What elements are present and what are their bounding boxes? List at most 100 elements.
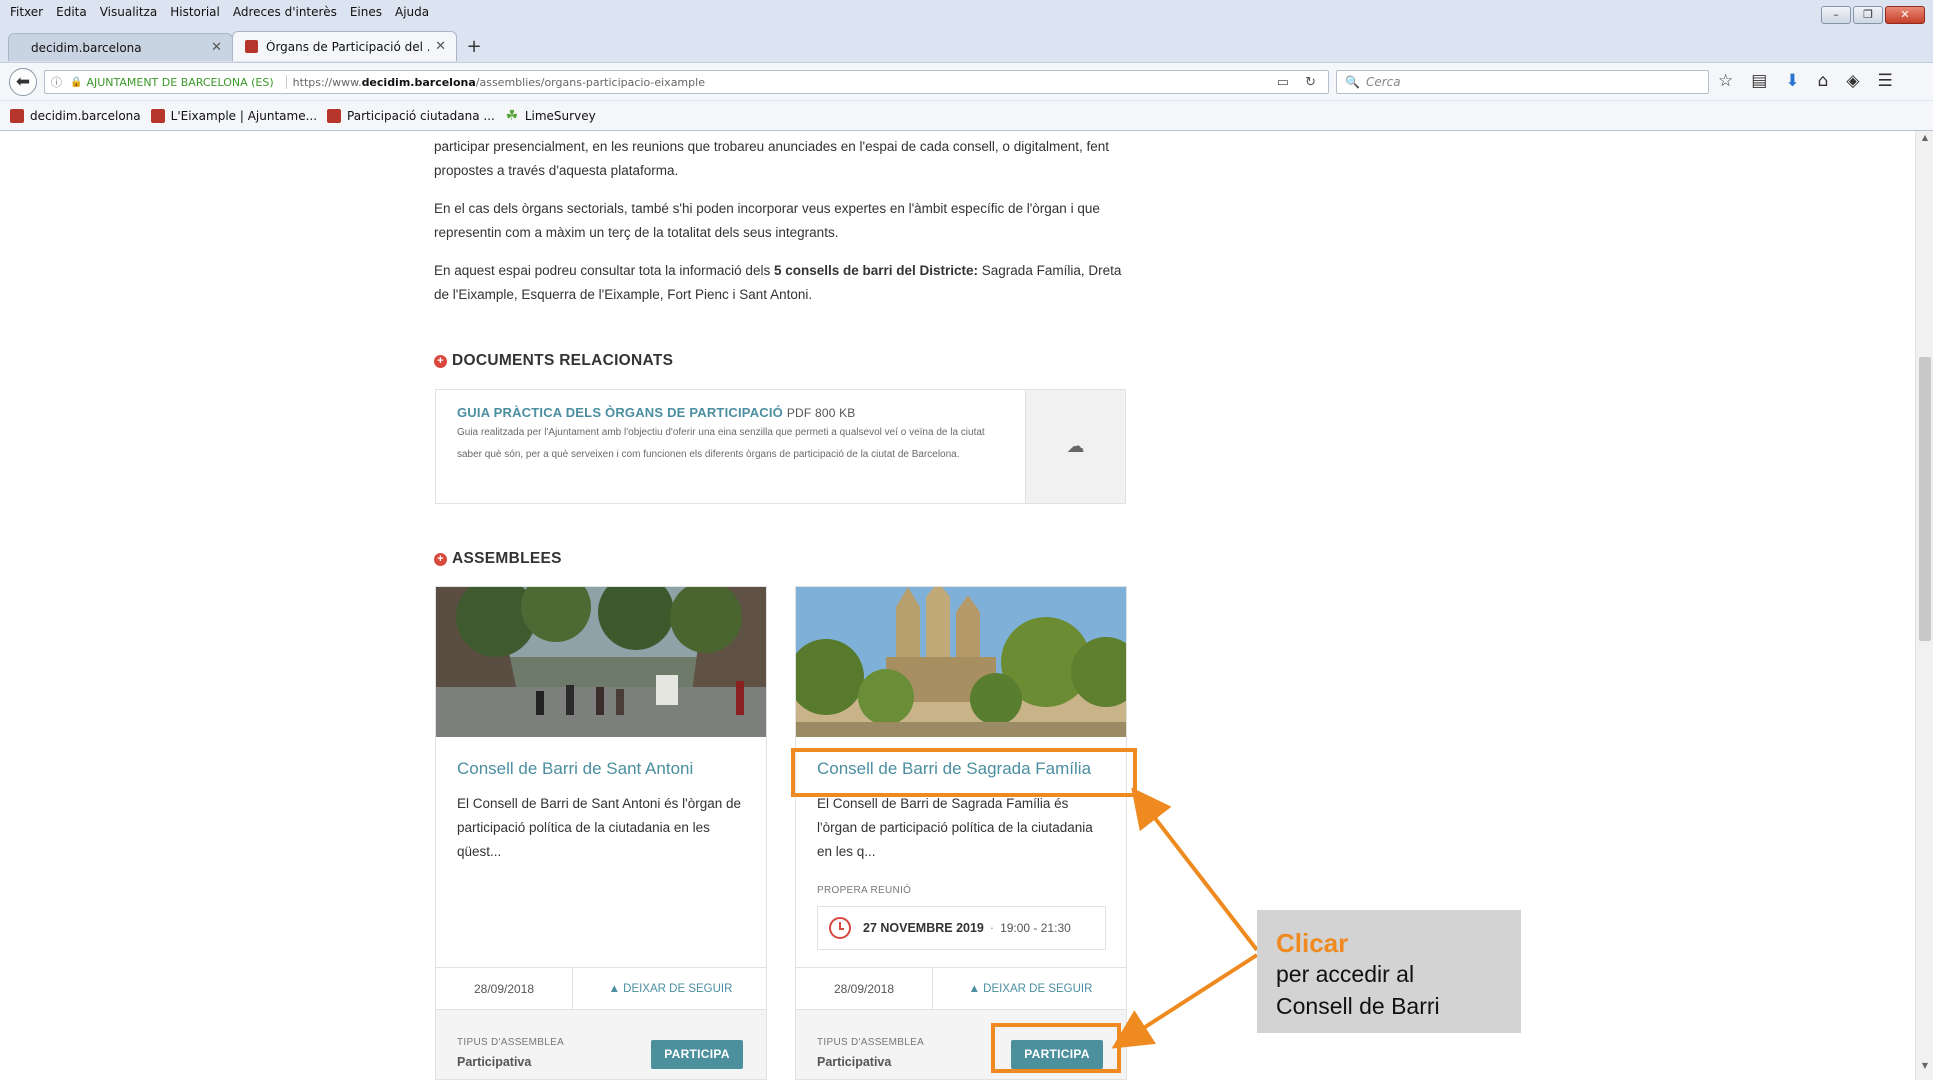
restore-button[interactable]: ❐ xyxy=(1853,6,1883,24)
url-host: decidim.barcelona xyxy=(361,75,476,89)
bookmark-item[interactable]: Participació ciutadana ... xyxy=(327,108,495,123)
section-plus-icon: + xyxy=(434,552,447,566)
instruction-callout: Clicar per accedir al Consell de Barri xyxy=(1257,910,1521,1033)
unfollow-label: DEIXAR DE SEGUIR xyxy=(623,982,733,995)
url-prefix: https://www. xyxy=(292,75,362,89)
tab-organs[interactable]: Òrgans de Participació del ... ✕ xyxy=(232,31,457,61)
new-tab-button[interactable]: + xyxy=(460,33,488,61)
hamburger-menu-icon[interactable]: ☰ xyxy=(1877,71,1892,91)
bookmarks-list-icon[interactable]: ▤ xyxy=(1751,71,1767,91)
assembly-title-link[interactable]: Consell de Barri de Sant Antoni xyxy=(457,759,693,779)
assembly-type-value: Participativa xyxy=(817,1055,892,1069)
menu-history[interactable]: Historial xyxy=(170,5,220,25)
menu-file[interactable]: Fitxer xyxy=(10,5,43,25)
pocket-icon[interactable]: ◈ xyxy=(1846,71,1859,91)
bell-icon: ▲ xyxy=(608,982,624,995)
text-span: En aquest espai podreu consultar tota la… xyxy=(434,263,774,278)
site-favicon-icon xyxy=(245,40,258,53)
lock-icon: 🔒 xyxy=(70,76,83,88)
callout-line: per accedir al xyxy=(1276,961,1415,987)
assembly-description: El Consell de Barri de Sant Antoni és l'… xyxy=(457,796,742,859)
next-meeting-box: 27 NOVEMBRE 2019 · 19:00 - 21:30 xyxy=(817,906,1106,950)
bookmark-item[interactable]: L'Eixample | Ajuntame... xyxy=(150,108,318,123)
close-tab-icon[interactable]: ✕ xyxy=(211,40,222,55)
unfollow-label: DEIXAR DE SEGUIR xyxy=(983,982,1093,995)
search-icon: 🔍 xyxy=(1345,75,1360,89)
menu-edit[interactable]: Edita xyxy=(56,5,87,25)
close-window-button[interactable]: ✕ xyxy=(1885,6,1925,24)
close-tab-icon[interactable]: ✕ xyxy=(435,39,446,54)
assembly-type-label: TIPUS D'ASSEMBLEA xyxy=(817,1037,925,1048)
text-bold: 5 consells de barri del Districte: xyxy=(773,263,979,278)
browser-chrome: Fitxer Edita Visualitza Historial Adrece… xyxy=(0,0,1933,131)
section-title: DOCUMENTS RELACIONATS xyxy=(452,352,674,369)
tab-title: Òrgans de Participació del ... xyxy=(266,39,430,54)
cloud-download-icon[interactable]: ☁ xyxy=(1025,390,1125,503)
section-title: ASSEMBLEES xyxy=(452,550,562,567)
scroll-down-icon[interactable]: ▼ xyxy=(1916,1061,1933,1070)
document-body: GUIA PRÀCTICA DELS ÒRGANS DE PARTICIPACI… xyxy=(457,405,997,466)
intro-paragraph: En el cas dels òrgans sectorials, també … xyxy=(434,201,1100,240)
assembly-date: 28/09/2018 xyxy=(436,968,573,1009)
site-identity[interactable]: AJUNTAMENT DE BARCELONA (ES) xyxy=(86,76,273,89)
assembly-meta: 28/09/2018 ▲ DEIXAR DE SEGUIR xyxy=(436,967,766,1010)
assembly-description: El Consell de Barri de Sagrada Família é… xyxy=(817,796,1093,859)
info-icon[interactable]: ⓘ xyxy=(51,74,62,90)
bookmark-item[interactable]: ☘ LimeSurvey xyxy=(505,109,596,123)
window-controls: – ❐ ✕ xyxy=(1821,6,1925,24)
reload-icon[interactable]: ↻ xyxy=(1305,75,1316,90)
reader-view-icon[interactable]: ▭ xyxy=(1277,75,1289,90)
title-highlight-box xyxy=(791,748,1137,797)
address-bar[interactable]: ⓘ 🔒 AJUNTAMENT DE BARCELONA (ES) https:/… xyxy=(44,70,1329,94)
sagrada-familia-photo[interactable] xyxy=(796,587,1126,737)
menu-view[interactable]: Visualitza xyxy=(100,5,158,25)
clock-icon xyxy=(829,917,851,939)
callout-line: Consell de Barri xyxy=(1276,993,1440,1019)
ajuntament-favicon-icon xyxy=(150,108,165,123)
minimize-button[interactable]: – xyxy=(1821,6,1851,24)
assembly-footer: TIPUS D'ASSEMBLEA Participativa PARTICIP… xyxy=(436,1010,766,1079)
menu-help[interactable]: Ajuda xyxy=(395,5,429,25)
document-title[interactable]: GUIA PRÀCTICA DELS ÒRGANS DE PARTICIPACI… xyxy=(457,405,997,420)
tab-decidim[interactable]: decidim.barcelona ✕ xyxy=(8,33,233,61)
menu-tools[interactable]: Eines xyxy=(350,5,382,25)
bookmarks-toolbar: decidim.barcelona L'Eixample | Ajuntame.… xyxy=(0,101,1933,130)
bell-icon: ▲ xyxy=(968,982,984,995)
assemblies-heading: + ASSEMBLEES xyxy=(434,550,562,568)
tab-title: decidim.barcelona xyxy=(31,40,142,55)
intro-paragraph: En aquest espai podreu consultar tota la… xyxy=(434,259,1126,307)
documents-heading: + DOCUMENTS RELACIONATS xyxy=(434,352,673,370)
ajuntament-favicon-icon xyxy=(327,108,342,123)
document-format: PDF 800 KB xyxy=(786,406,856,420)
toolbar-icons: ☆ ▤ ⬇ ⌂ ◈ ☰ xyxy=(1718,71,1893,91)
bookmark-item[interactable]: decidim.barcelona xyxy=(10,108,141,123)
bookmark-label: Participació ciutadana ... xyxy=(347,108,495,123)
assembly-date: 28/09/2018 xyxy=(796,968,933,1009)
bookmark-star-icon[interactable]: ☆ xyxy=(1718,71,1733,91)
vertical-scrollbar[interactable]: ▲ ▼ xyxy=(1915,131,1933,1080)
separator-dot: · xyxy=(989,921,995,935)
bookmark-label: decidim.barcelona xyxy=(30,108,141,123)
home-icon[interactable]: ⌂ xyxy=(1818,71,1829,91)
assembly-card-sant-antoni: Consell de Barri de Sant Antoni El Conse… xyxy=(435,586,767,1080)
assembly-type-label: TIPUS D'ASSEMBLEA xyxy=(457,1037,565,1048)
divider xyxy=(285,75,287,89)
next-meeting-label: PROPERA REUNIÓ xyxy=(817,885,912,896)
back-arrow-icon[interactable]: ⬅ xyxy=(9,68,37,96)
assembly-card-sagrada-familia: Consell de Barri de Sagrada Família El C… xyxy=(795,586,1127,1080)
assembly-type-value: Participativa xyxy=(457,1055,532,1069)
search-input[interactable]: 🔍 Cerca xyxy=(1336,70,1709,94)
assembly-meta: 28/09/2018 ▲ DEIXAR DE SEGUIR xyxy=(796,967,1126,1010)
menu-bookmarks[interactable]: Adreces d'interès xyxy=(233,5,337,25)
scrollbar-thumb[interactable] xyxy=(1919,357,1931,641)
bookmark-label: LimeSurvey xyxy=(524,108,596,123)
scroll-up-icon[interactable]: ▲ xyxy=(1916,133,1933,142)
document-card[interactable]: GUIA PRÀCTICA DELS ÒRGANS DE PARTICIPACI… xyxy=(435,389,1126,504)
bookmark-label: L'Eixample | Ajuntame... xyxy=(170,108,318,123)
search-placeholder: Cerca xyxy=(1365,75,1401,89)
participate-button[interactable]: PARTICIPA xyxy=(651,1040,743,1069)
download-icon[interactable]: ⬇ xyxy=(1785,71,1799,91)
street-photo[interactable] xyxy=(436,587,766,737)
unfollow-button[interactable]: ▲ DEIXAR DE SEGUIR xyxy=(933,968,1126,1009)
unfollow-button[interactable]: ▲ DEIXAR DE SEGUIR xyxy=(573,968,766,1009)
